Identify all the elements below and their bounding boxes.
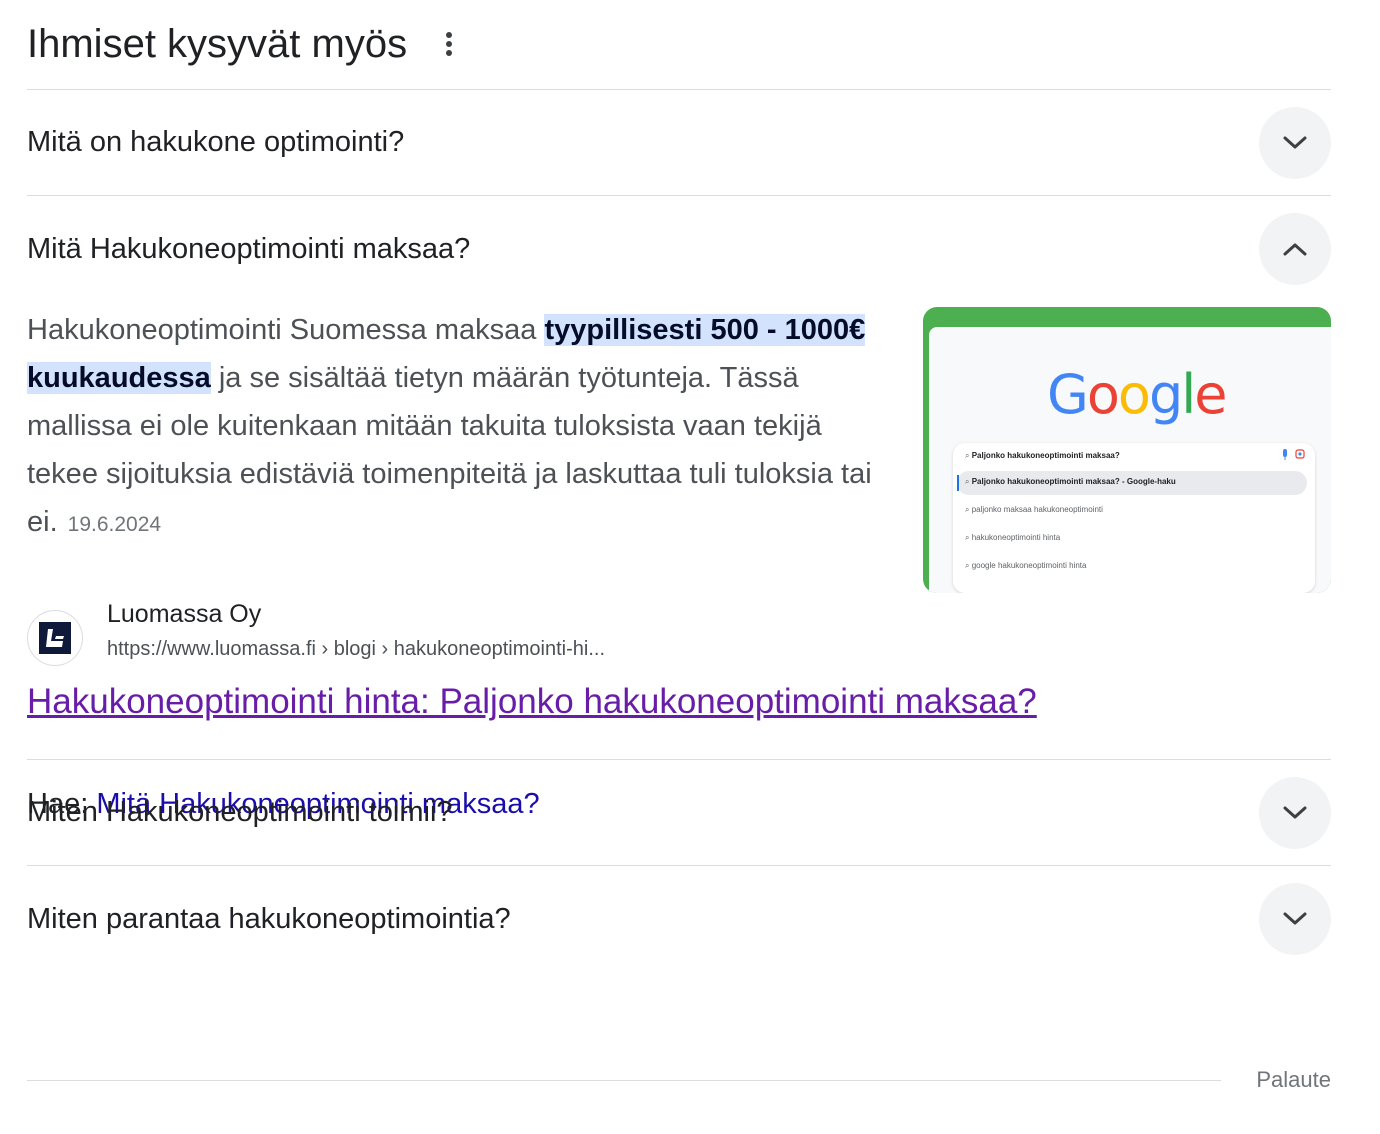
paa-question[interactable]: Mitä on hakukone optimointi?: [27, 90, 1331, 196]
paa-header: Ihmiset kysyvät myös: [27, 0, 1331, 90]
thumbnail-searchbox: ⌕ Paljonko hakukoneoptimointi maksaa? ⌕ …: [953, 443, 1315, 593]
site-url: https://www.luomassa.fi › blogi › hakuko…: [107, 638, 605, 660]
paa-question[interactable]: Miten parantaa hakukoneoptimointia?: [27, 866, 1331, 972]
answer-thumbnail[interactable]: Google ⌕ Paljonko hakukoneoptimointi mak…: [923, 307, 1331, 593]
luomassa-logo-icon: [39, 622, 71, 654]
result-title-link[interactable]: Hakukoneoptimointi hinta: Paljonko hakuk…: [27, 682, 1037, 722]
answer-date: 19.6.2024: [67, 513, 162, 536]
answer-snippet: Hakukoneoptimointi Suomessa maksaa tyypi…: [27, 302, 1331, 598]
chevron-down-icon: [1283, 806, 1307, 818]
divider: [27, 1080, 1221, 1081]
mic-icon: [1283, 449, 1287, 460]
question-text: Mitä Hakukoneoptimointi maksaa?: [27, 232, 471, 265]
expand-button[interactable]: [1259, 106, 1331, 179]
paa-question[interactable]: Miten Hakukoneoptimointi toimii?: [27, 760, 1331, 866]
more-vert-icon: [446, 31, 453, 56]
thumbnail-screen: Google ⌕ Paljonko hakukoneoptimointi mak…: [929, 327, 1331, 593]
question-text: Miten parantaa hakukoneoptimointia?: [27, 902, 511, 935]
site-name: Luomassa Oy: [107, 600, 262, 628]
thumbnail-suggestion: ⌕ paljonko maksaa hakukoneoptimointi: [965, 505, 1103, 514]
thumbnail-query: ⌕ Paljonko hakukoneoptimointi maksaa?: [965, 451, 1120, 460]
google-logo: Google: [1047, 363, 1227, 426]
thumbnail-suggestion: ⌕ hakukoneoptimointi hinta: [965, 533, 1061, 542]
expanded-question-block: Mitä Hakukoneoptimointi maksaa? Hakukone…: [27, 196, 1331, 820]
thumbnail-suggestion: ⌕ Paljonko hakukoneoptimointi maksaa? - …: [965, 477, 1176, 486]
expand-button[interactable]: [1259, 776, 1331, 849]
collapse-button[interactable]: [1259, 213, 1331, 285]
site-favicon: [27, 610, 83, 666]
question-text: Mitä on hakukone optimointi?: [27, 126, 405, 158]
source-info[interactable]: Luomassa Oy https://www.luomassa.fi › bl…: [27, 600, 927, 666]
paa-title: Ihmiset kysyvät myös: [27, 21, 408, 66]
chevron-down-icon: [1283, 912, 1307, 925]
people-also-ask: Ihmiset kysyvät myös Mitä on hakukone op…: [27, 0, 1331, 1092]
thumbnail-suggestion: ⌕ google hakukoneoptimointi hinta: [965, 561, 1087, 570]
expand-button[interactable]: [1259, 883, 1331, 955]
more-options-button[interactable]: [429, 24, 469, 64]
paa-question[interactable]: Mitä Hakukoneoptimointi maksaa?: [27, 196, 1331, 302]
chevron-down-icon: [1283, 136, 1307, 148]
paa-footer: Palaute: [27, 1062, 1331, 1102]
question-text: Miten Hakukoneoptimointi toimii?: [27, 796, 453, 828]
feedback-link[interactable]: Palaute: [1256, 1067, 1331, 1093]
answer-text-before: Hakukoneoptimointi Suomessa maksaa: [27, 314, 545, 346]
answer-text: Hakukoneoptimointi Suomessa maksaa tyypi…: [27, 306, 897, 549]
chevron-up-icon: [1283, 243, 1307, 256]
lens-icon: [1295, 449, 1305, 459]
